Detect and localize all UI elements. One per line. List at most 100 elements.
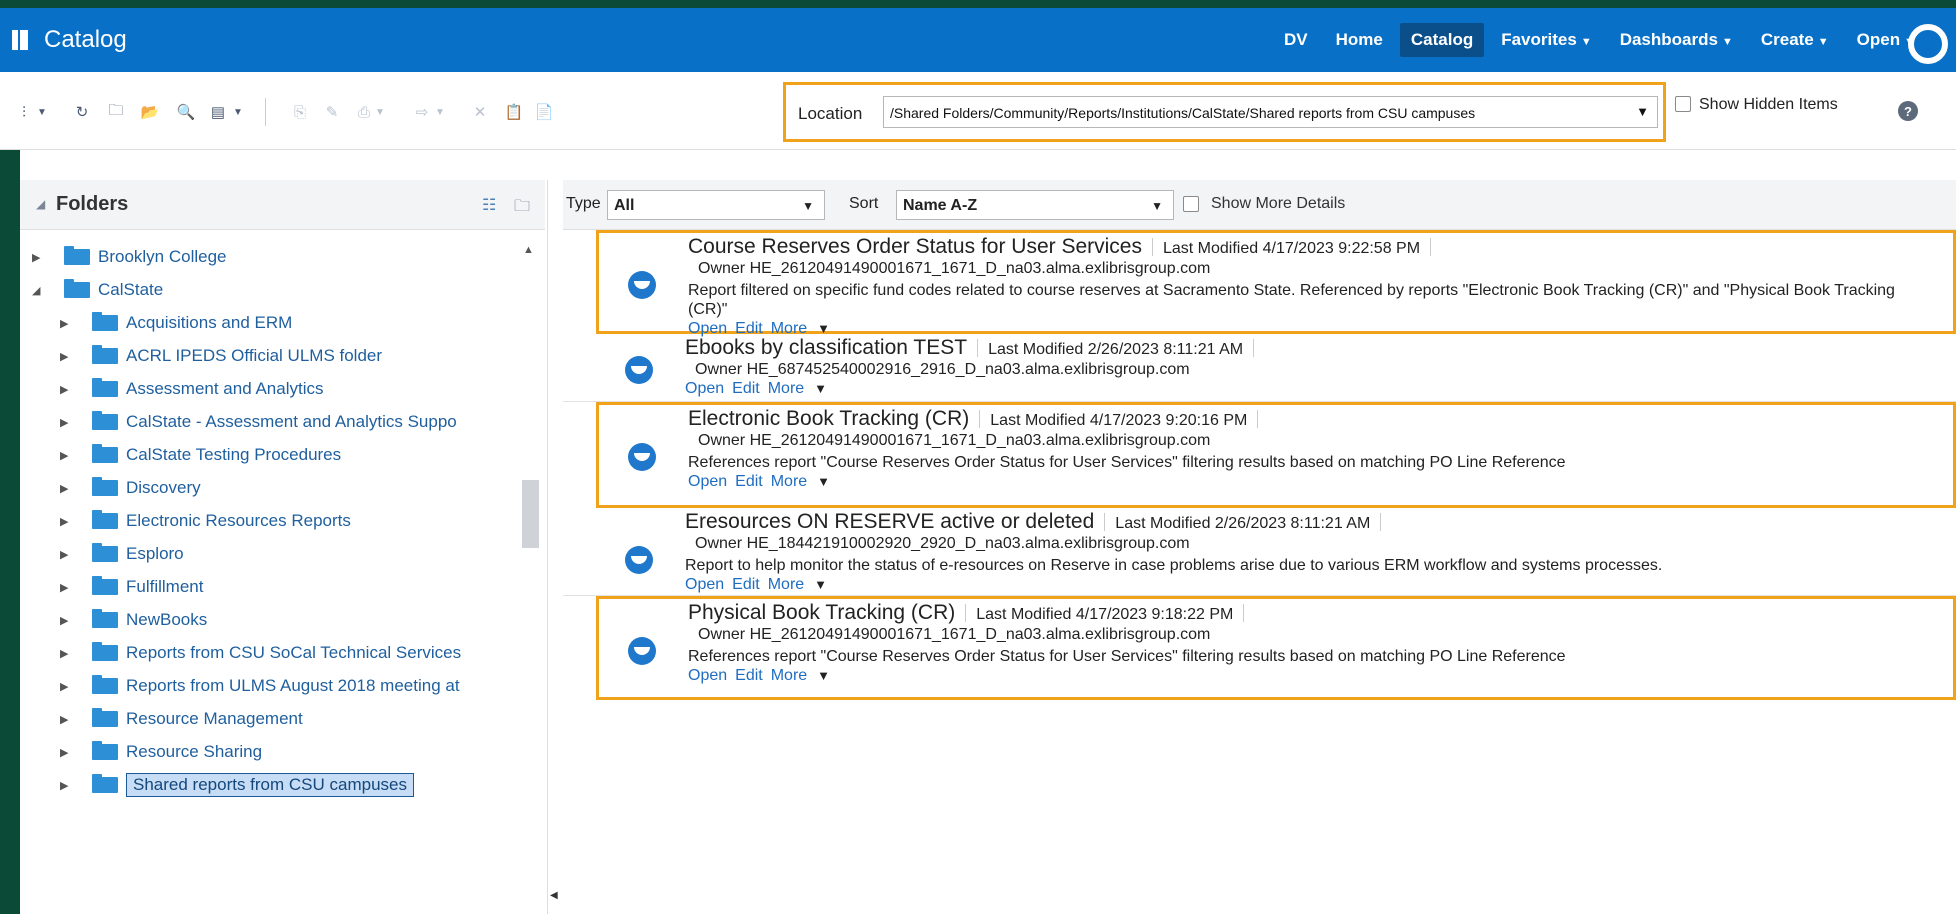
nav-item-dv[interactable]: DV — [1273, 23, 1319, 57]
edit-link[interactable]: Edit — [732, 576, 760, 593]
paste-icon[interactable]: 📋 — [504, 102, 524, 122]
expand-icon[interactable]: ▶ — [60, 779, 74, 792]
collapse-left-icon[interactable]: ◀ — [550, 890, 558, 901]
expand-icon[interactable]: ▶ — [60, 647, 74, 660]
analysis-report-icon[interactable] — [628, 271, 656, 299]
folder-item[interactable]: ▶ CalState Testing Procedures — [60, 438, 341, 472]
panel-splitter[interactable]: ◀ — [547, 180, 559, 914]
collapse-icon[interactable]: ◢ — [32, 284, 46, 297]
scrollbar-thumb[interactable] — [522, 480, 539, 548]
divider — [979, 410, 981, 429]
folder-item[interactable]: ◢ CalState — [32, 273, 163, 307]
sort-dropdown[interactable]: Name A-Z ▼ — [896, 190, 1174, 220]
open-link[interactable]: Open — [688, 473, 727, 490]
report-name[interactable]: Electronic Book Tracking (CR) — [688, 407, 969, 430]
list-view-icon[interactable]: ▤ — [208, 102, 228, 122]
expand-icon[interactable]: ▶ — [60, 713, 74, 726]
folder-item[interactable]: ▶ Fulfillment — [60, 570, 203, 604]
expand-icon[interactable]: ▶ — [60, 746, 74, 759]
nav-item-dashboards[interactable]: Dashboards ▼ — [1609, 23, 1744, 57]
expand-icon[interactable]: ▶ — [60, 350, 74, 363]
more-link[interactable]: More — [768, 576, 804, 593]
chevron-down-icon[interactable]: ▼ — [814, 381, 827, 396]
expand-icon[interactable]: ▶ — [60, 482, 74, 495]
folder-up-icon[interactable]: 📂 — [140, 102, 160, 122]
collapse-panel-icon[interactable]: ◢ — [36, 197, 45, 211]
help-icon[interactable]: ? — [1898, 101, 1918, 121]
folder-item[interactable]: ▶ Assessment and Analytics — [60, 372, 323, 406]
copy-icon[interactable]: ⎘ — [290, 102, 310, 122]
nav-item-catalog[interactable]: Catalog — [1399, 23, 1485, 57]
share-icon[interactable]: ⇨ — [412, 102, 432, 122]
folder-item[interactable]: ▶ NewBooks — [60, 603, 207, 637]
delete-icon[interactable]: ✕ — [470, 102, 490, 122]
scroll-up-icon[interactable]: ▲ — [523, 244, 534, 256]
expand-icon[interactable]: ▶ — [60, 383, 74, 396]
expand-icon[interactable]: ▶ — [60, 449, 74, 462]
user-avatar-icon[interactable] — [1908, 24, 1948, 64]
expand-icon[interactable]: ▶ — [60, 581, 74, 594]
show-hidden-items-checkbox[interactable] — [1675, 96, 1691, 112]
expand-icon[interactable]: ▶ — [60, 680, 74, 693]
folder-item[interactable]: ▶ Brooklyn College — [32, 240, 227, 274]
folder-item[interactable]: ▶ Esploro — [60, 537, 184, 571]
new-folder-icon[interactable]: 🗀 — [514, 195, 530, 222]
new-folder-icon[interactable]: 🗀 — [106, 102, 126, 122]
view-options-icon[interactable]: ⫶ — [14, 102, 34, 122]
analysis-report-icon[interactable] — [625, 356, 653, 384]
report-name[interactable]: Physical Book Tracking (CR) — [688, 601, 955, 624]
report-description: Report filtered on specific fund codes r… — [688, 282, 1895, 318]
open-link[interactable]: Open — [685, 576, 724, 593]
search-icon[interactable]: 🔍 — [176, 102, 196, 122]
expand-icon[interactable]: ▶ — [32, 251, 46, 264]
report-name[interactable]: Ebooks by classification TEST — [685, 336, 967, 359]
chevron-down-icon[interactable]: ▼ — [374, 102, 386, 122]
expand-icon[interactable]: ▶ — [60, 416, 74, 429]
folder-item[interactable]: ▶ Discovery — [60, 471, 201, 505]
edit-link[interactable]: Edit — [735, 473, 763, 490]
edit-link[interactable]: Edit — [735, 667, 763, 684]
chevron-down-icon[interactable]: ▼ — [814, 577, 827, 592]
chevron-down-icon[interactable]: ▼ — [36, 102, 48, 122]
folder-item[interactable]: ▶ ACRL IPEDS Official ULMS folder — [60, 339, 382, 373]
folder-item[interactable]: ▶ Shared reports from CSU campuses — [60, 768, 414, 802]
expand-icon[interactable]: ▶ — [60, 614, 74, 627]
chevron-down-icon[interactable]: ▼ — [232, 102, 244, 122]
folder-item[interactable]: ▶ Reports from CSU SoCal Technical Servic… — [60, 636, 461, 670]
more-link[interactable]: More — [768, 380, 804, 397]
chevron-down-icon[interactable]: ▼ — [817, 668, 830, 683]
type-dropdown[interactable]: All ▼ — [607, 190, 825, 220]
analysis-report-icon[interactable] — [628, 637, 656, 665]
print-icon[interactable]: ⎙ — [354, 102, 374, 122]
open-link[interactable]: Open — [685, 380, 724, 397]
nav-item-home[interactable]: Home — [1325, 23, 1394, 57]
show-more-details-checkbox[interactable] — [1183, 196, 1199, 212]
location-dropdown[interactable]: /Shared Folders/Community/Reports/Instit… — [883, 96, 1658, 128]
report-name[interactable]: Eresources ON RESERVE active or deleted — [685, 510, 1094, 533]
folder-item[interactable]: ▶ Electronic Resources Reports — [60, 504, 351, 538]
expand-icon[interactable]: ▶ — [60, 548, 74, 561]
analysis-report-icon[interactable] — [625, 546, 653, 574]
folder-item[interactable]: ▶ Reports from ULMS August 2018 meeting a… — [60, 669, 460, 703]
clipboard-icon[interactable]: 📄 — [534, 102, 554, 122]
expand-all-icon[interactable]: ☷ — [482, 195, 496, 215]
pencil-icon[interactable]: ✎ — [322, 102, 342, 122]
refresh-icon[interactable]: ↻ — [72, 102, 92, 122]
more-link[interactable]: More — [771, 667, 807, 684]
edit-link[interactable]: Edit — [732, 380, 760, 397]
report-name[interactable]: Course Reserves Order Status for User Se… — [688, 235, 1142, 258]
chevron-down-icon[interactable]: ▼ — [817, 474, 830, 489]
folder-item[interactable]: ▶ Acquisitions and ERM — [60, 306, 292, 340]
nav-item-favorites[interactable]: Favorites ▼ — [1490, 23, 1602, 57]
folder-item[interactable]: ▶ Resource Management — [60, 702, 303, 736]
open-link[interactable]: Open — [688, 667, 727, 684]
folder-tree-scrollbar[interactable]: ▲ — [518, 230, 540, 914]
folder-item[interactable]: ▶ CalState - Assessment and Analytics Sup… — [60, 405, 457, 439]
chevron-down-icon[interactable]: ▼ — [434, 102, 446, 122]
analysis-report-icon[interactable] — [628, 443, 656, 471]
expand-icon[interactable]: ▶ — [60, 515, 74, 528]
folder-item[interactable]: ▶ Resource Sharing — [60, 735, 262, 769]
nav-item-create[interactable]: Create ▼ — [1750, 23, 1840, 57]
more-link[interactable]: More — [771, 473, 807, 490]
expand-icon[interactable]: ▶ — [60, 317, 74, 330]
